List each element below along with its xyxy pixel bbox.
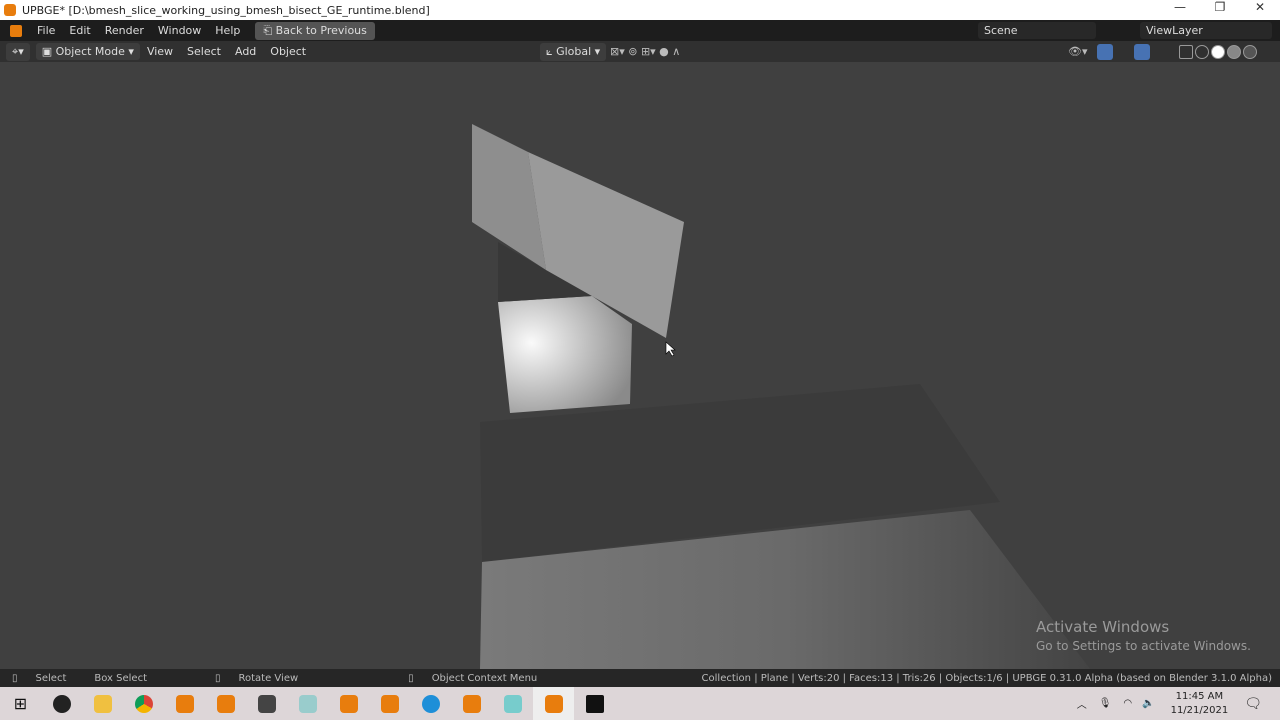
cube-face xyxy=(498,296,632,413)
folder-icon xyxy=(93,694,112,713)
shading-buttons[interactable] xyxy=(1178,44,1258,59)
overlay-toggle-icon[interactable] xyxy=(1134,43,1150,60)
menu-object[interactable]: Object xyxy=(263,45,313,58)
orientation-dropdown[interactable]: ⟀ Global ▾ xyxy=(540,42,607,61)
menu-render[interactable]: Render xyxy=(98,24,151,37)
taskbar-pen[interactable] xyxy=(287,687,328,720)
notepad-icon xyxy=(503,694,522,713)
rendered-shading-icon[interactable] xyxy=(1243,44,1257,59)
3d-viewport[interactable] xyxy=(0,62,1280,669)
taskbar-terminal[interactable] xyxy=(574,687,615,720)
edge-icon xyxy=(421,694,440,713)
scene-name: Scene xyxy=(984,24,1018,37)
taskbar-chrome[interactable] xyxy=(123,687,164,720)
status-rotate: Rotate View xyxy=(238,672,299,684)
blender-icon xyxy=(216,694,235,713)
date: 11/21/2021 xyxy=(1170,704,1229,716)
notification-icon[interactable]: 🗨 xyxy=(1244,696,1262,712)
mouse-cursor xyxy=(665,341,676,357)
watermark-line2: Go to Settings to activate Windows. xyxy=(1036,639,1251,653)
blender-icon xyxy=(175,694,194,713)
volume-icon[interactable]: 🔈 xyxy=(1142,698,1154,709)
blender-icon xyxy=(339,694,358,713)
taskbar-blender[interactable] xyxy=(205,687,246,720)
visibility-icon[interactable]: 👁▾ xyxy=(1068,45,1088,58)
taskbar-blender-active[interactable] xyxy=(533,687,574,720)
menu-edit[interactable]: Edit xyxy=(62,24,97,37)
menu-add[interactable]: Add xyxy=(228,45,263,58)
mode-label: Object Mode xyxy=(55,45,125,58)
mouse-right-icon: ▯ xyxy=(408,672,414,684)
xray-icon[interactable] xyxy=(1179,44,1193,59)
blender-icon xyxy=(544,694,563,713)
microphone-icon[interactable]: 🎙 xyxy=(1099,698,1112,709)
blender-logo-icon[interactable] xyxy=(10,24,22,37)
system-tray: ︿ 🎙 ◠ 🔈 11:45 AM 11/21/2021 🗨 xyxy=(1071,687,1280,720)
status-info: Collection | Plane | Verts:20 | Faces:13… xyxy=(701,672,1272,684)
taskbar-edge[interactable] xyxy=(410,687,451,720)
scene-render xyxy=(472,124,1090,669)
taskbar-explorer[interactable] xyxy=(82,687,123,720)
menu-help[interactable]: Help xyxy=(208,24,247,37)
time: 11:45 AM xyxy=(1175,690,1224,702)
gizmo-toggle-icon[interactable] xyxy=(1097,43,1113,60)
status-box-select: Box Select xyxy=(94,672,147,684)
pen-icon xyxy=(298,694,317,713)
status-bar: ▯ Select Box Select ▯ Rotate View ▯ Obje… xyxy=(0,669,1280,687)
scene-field[interactable]: Scene xyxy=(978,22,1096,39)
close-button[interactable]: ✕ xyxy=(1240,0,1280,14)
windows-icon: ⊞ xyxy=(13,694,28,713)
obs-icon xyxy=(52,694,71,713)
menu-window[interactable]: Window xyxy=(151,24,208,37)
status-select: Select xyxy=(35,672,67,684)
chrome-icon xyxy=(134,694,153,713)
chevron-up-icon[interactable]: ︿ xyxy=(1077,696,1087,711)
wifi-icon[interactable]: ◠ xyxy=(1123,698,1132,709)
inkscape-icon xyxy=(257,694,276,713)
start-button[interactable]: ⊞ xyxy=(0,687,41,720)
back-to-previous-button[interactable]: ⎗ Back to Previous xyxy=(255,21,375,40)
taskbar-inkscape[interactable] xyxy=(246,687,287,720)
taskbar-blender[interactable] xyxy=(369,687,410,720)
taskbar-notepad[interactable] xyxy=(492,687,533,720)
view-layer-field[interactable]: ViewLayer xyxy=(1140,22,1272,39)
minimize-button[interactable]: — xyxy=(1160,0,1200,14)
window-title: UPBGE* [D:\bmesh_slice_working_using_bme… xyxy=(22,3,430,17)
pivot-snap-icons[interactable]: ⊠▾ ⊚ ⊞▾ ● ∧ xyxy=(610,45,680,58)
viewport-header: ⌖▾ ▣ Object Mode ▾ View Select Add Objec… xyxy=(0,41,1280,62)
menu-file[interactable]: File xyxy=(30,24,62,37)
material-shading-icon[interactable] xyxy=(1227,44,1241,59)
blender-icon xyxy=(380,694,399,713)
mouse-left-icon: ▯ xyxy=(12,672,18,684)
taskbar-blender[interactable] xyxy=(451,687,492,720)
title-bar: UPBGE* [D:\bmesh_slice_working_using_bme… xyxy=(0,0,1280,20)
activate-windows-watermark: Activate Windows Go to Settings to activ… xyxy=(1036,618,1251,653)
clock[interactable]: 11:45 AM 11/21/2021 xyxy=(1171,690,1229,718)
terminal-icon xyxy=(585,694,604,713)
wireframe-shading-icon[interactable] xyxy=(1195,44,1209,59)
blender-icon xyxy=(462,694,481,713)
watermark-line1: Activate Windows xyxy=(1036,618,1170,636)
status-context-menu: Object Context Menu xyxy=(431,672,538,684)
taskbar-obs[interactable] xyxy=(41,687,82,720)
upbge-icon xyxy=(4,4,16,16)
solid-shading-icon[interactable] xyxy=(1211,44,1225,59)
view-layer-name: ViewLayer xyxy=(1146,24,1203,37)
orientation-label: Global xyxy=(556,44,592,58)
menu-view[interactable]: View xyxy=(140,45,180,58)
mouse-middle-icon: ▯ xyxy=(215,672,221,684)
editor-type-button[interactable]: ⌖▾ xyxy=(6,42,30,61)
maximize-button[interactable]: ❐ xyxy=(1200,0,1240,14)
windows-taskbar: ⊞ ︿ 🎙 ◠ 🔈 11:45 AM 11/21/2021 🗨 xyxy=(0,687,1280,720)
taskbar-blender[interactable] xyxy=(164,687,205,720)
menu-select[interactable]: Select xyxy=(180,45,228,58)
taskbar-blender[interactable] xyxy=(328,687,369,720)
mode-dropdown[interactable]: ▣ Object Mode ▾ xyxy=(35,43,140,60)
back-label: Back to Previous xyxy=(275,23,367,37)
